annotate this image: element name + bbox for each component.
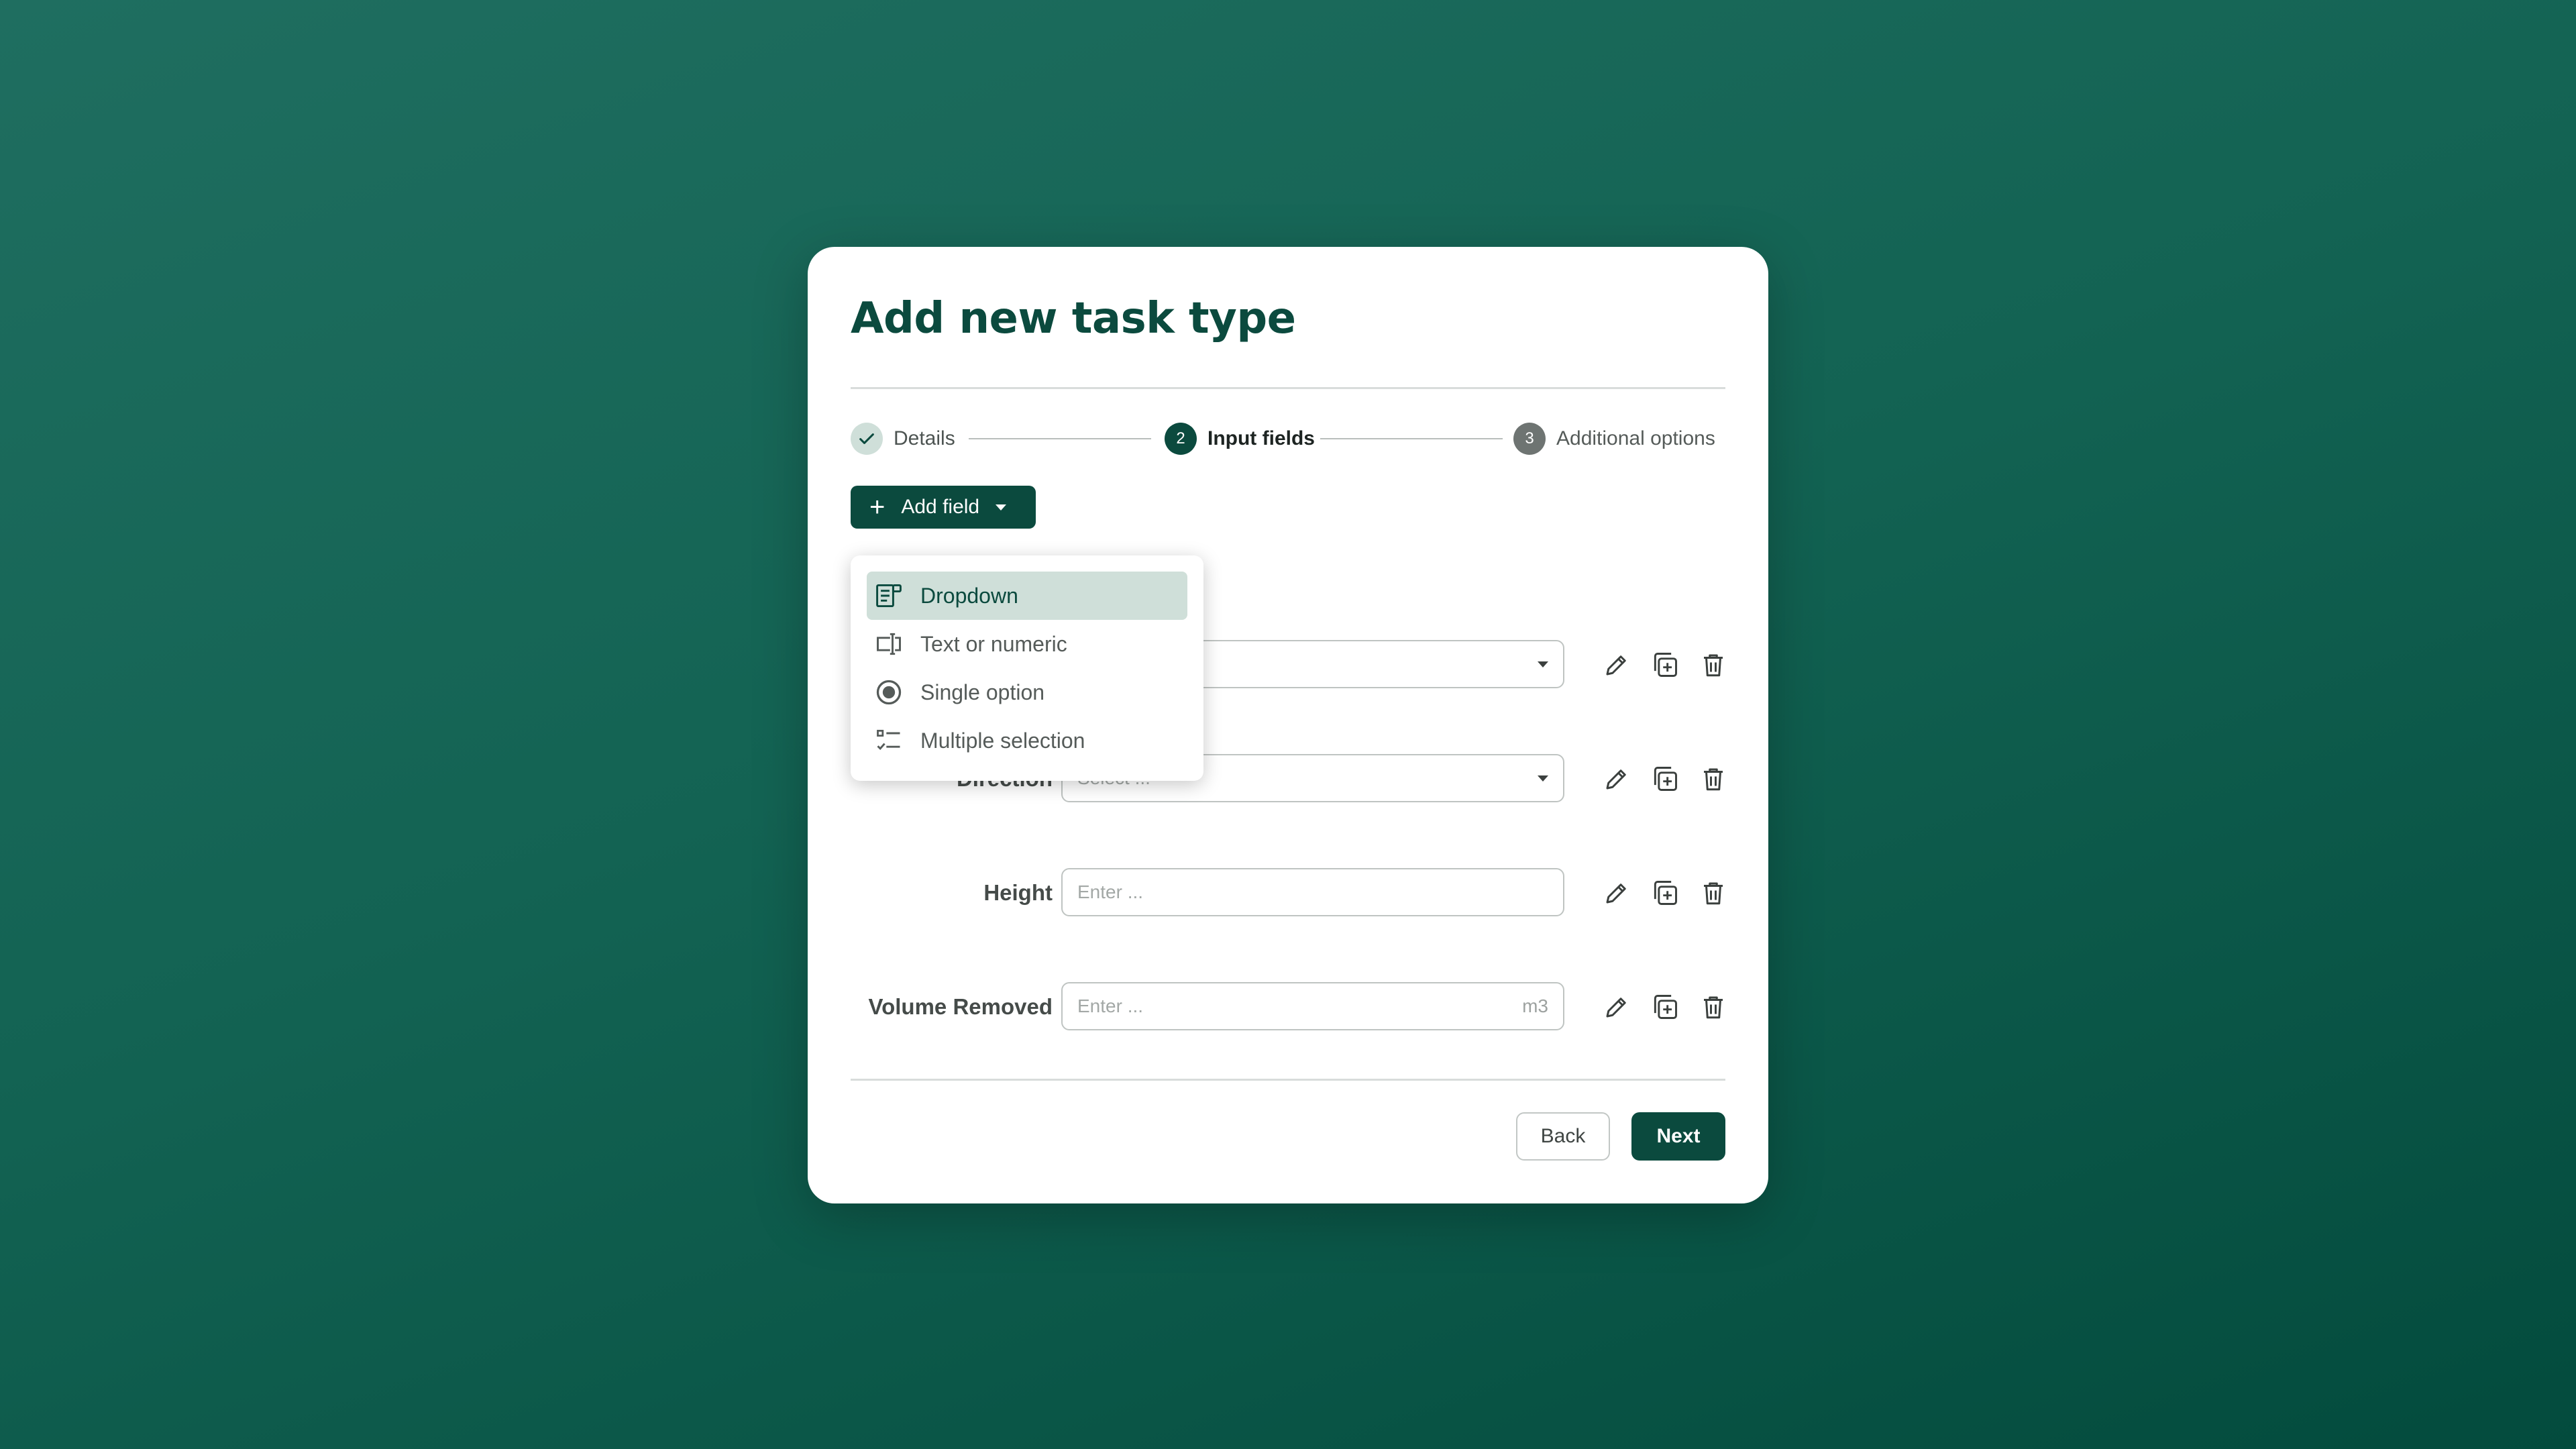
radio-icon	[873, 677, 904, 708]
duplicate-icon[interactable]	[1648, 989, 1682, 1024]
text-field-icon	[873, 629, 904, 659]
duplicate-icon[interactable]	[1648, 761, 1682, 796]
menu-item-label: Dropdown	[920, 583, 1018, 608]
step-connector	[1320, 438, 1503, 439]
field-row: Height Enter ...	[851, 868, 1725, 918]
duplicate-icon[interactable]	[1648, 875, 1682, 910]
pencil-icon[interactable]	[1599, 761, 1634, 796]
menu-item-multiple-selection[interactable]: Multiple selection	[867, 716, 1187, 765]
row-actions	[1599, 868, 1744, 918]
step-connector	[969, 438, 1151, 439]
step-number: 2	[1165, 423, 1197, 455]
field-row: Volume Removed Enter ... m3	[851, 982, 1725, 1032]
checklist-icon	[873, 725, 904, 756]
trash-icon[interactable]	[1696, 761, 1731, 796]
field-label: Height	[983, 880, 1053, 905]
row-actions	[1599, 640, 1744, 690]
row-actions	[1599, 982, 1744, 1032]
add-field-label: Add field	[901, 496, 980, 518]
chevron-down-icon	[1538, 661, 1548, 667]
step-label: Details	[894, 427, 955, 449]
pencil-icon[interactable]	[1599, 647, 1634, 682]
unit-suffix: m3	[1522, 996, 1548, 1016]
chevron-down-icon	[1538, 775, 1548, 782]
dropdown-field-icon	[873, 580, 904, 611]
pencil-icon[interactable]	[1599, 989, 1634, 1024]
field-placeholder: Enter ...	[1077, 996, 1144, 1016]
step-input-fields[interactable]: 2 Input fields	[1165, 421, 1315, 456]
trash-icon[interactable]	[1696, 647, 1731, 682]
back-button[interactable]: Back	[1516, 1112, 1610, 1161]
trash-icon[interactable]	[1696, 875, 1731, 910]
trash-icon[interactable]	[1696, 989, 1731, 1024]
field-placeholder: Enter ...	[1077, 881, 1144, 902]
stepper: Details 2 Input fields 3 Additional opti…	[851, 421, 1725, 456]
field-label: Volume Removed	[868, 994, 1053, 1019]
menu-item-label: Multiple selection	[920, 728, 1085, 753]
menu-item-dropdown[interactable]: Dropdown	[867, 572, 1187, 620]
next-button[interactable]: Next	[1631, 1112, 1725, 1161]
add-task-type-modal: Add new task type Details 2 Input fields…	[808, 247, 1768, 1203]
menu-item-label: Single option	[920, 680, 1045, 704]
plus-icon: +	[869, 492, 885, 522]
volume-removed-input[interactable]: Enter ... m3	[1061, 982, 1564, 1030]
height-input[interactable]: Enter ...	[1061, 868, 1564, 916]
step-number: 3	[1513, 423, 1546, 455]
modal-title: Add new task type	[851, 294, 1296, 343]
step-additional-options[interactable]: 3 Additional options	[1513, 421, 1715, 456]
duplicate-icon[interactable]	[1648, 647, 1682, 682]
check-icon	[851, 423, 883, 455]
title-divider	[851, 387, 1725, 389]
add-field-button[interactable]: + Add field	[851, 486, 1036, 529]
menu-item-text-or-numeric[interactable]: Text or numeric	[867, 620, 1187, 668]
step-details[interactable]: Details	[851, 421, 955, 456]
footer-divider	[851, 1079, 1725, 1081]
menu-item-label: Text or numeric	[920, 631, 1067, 656]
chevron-down-icon	[996, 504, 1007, 511]
menu-item-single-option[interactable]: Single option	[867, 668, 1187, 716]
row-actions	[1599, 754, 1744, 804]
pencil-icon[interactable]	[1599, 875, 1634, 910]
step-label: Input fields	[1208, 427, 1315, 449]
add-field-menu: Dropdown Text or numeric Single option M…	[851, 555, 1203, 781]
step-label: Additional options	[1556, 427, 1715, 449]
